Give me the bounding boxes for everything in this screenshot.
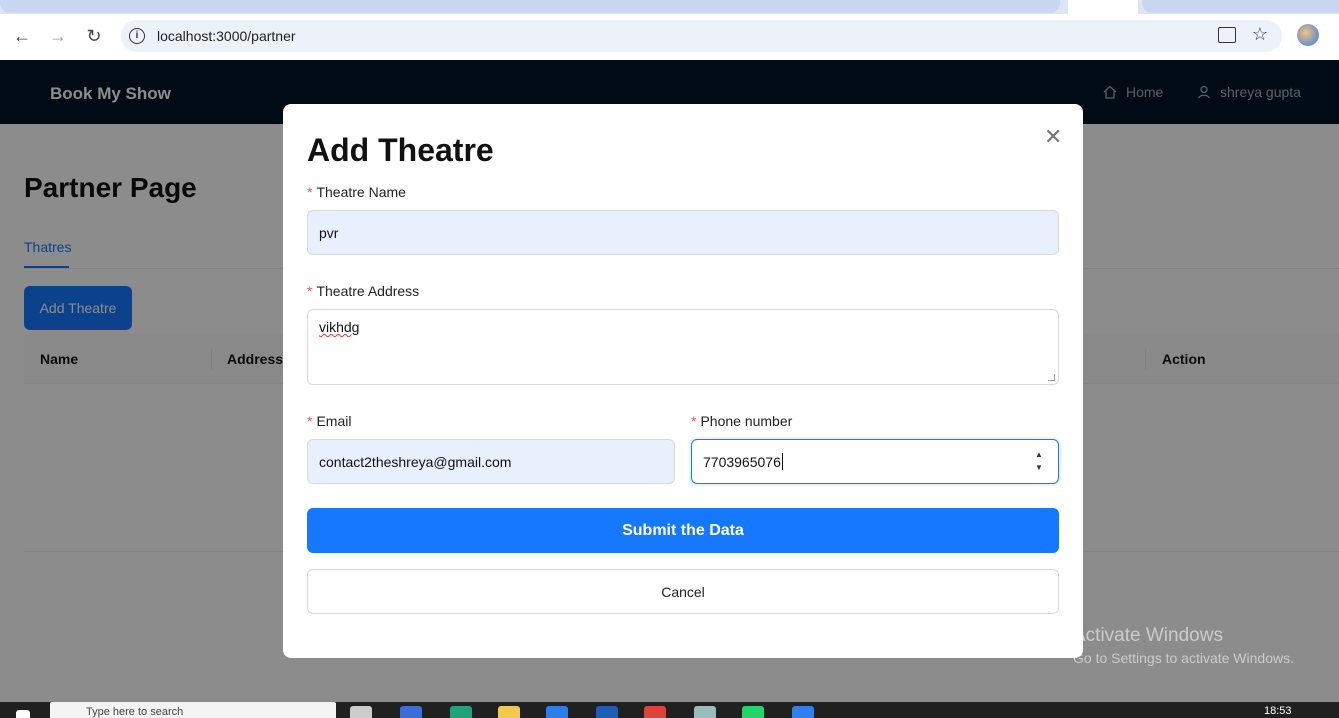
- app-icon[interactable]: [400, 706, 422, 718]
- required-mark: *: [307, 283, 313, 299]
- browser-tab-strip: [0, 0, 1339, 14]
- windows-taskbar: Type here to search 18:53: [0, 702, 1339, 718]
- increment-arrow-icon[interactable]: ▲: [1035, 450, 1043, 459]
- task-view-icon[interactable]: [350, 706, 372, 718]
- edge-icon[interactable]: [450, 706, 472, 718]
- submit-button[interactable]: Submit the Data: [307, 508, 1059, 553]
- address-bar[interactable]: i localhost:3000/partner ☆: [121, 20, 1282, 52]
- phone-number-input[interactable]: 7703965076 ▲ ▼: [691, 439, 1059, 484]
- site-info-icon[interactable]: i: [129, 28, 145, 44]
- tab-strip-right: [1142, 0, 1339, 13]
- add-theatre-modal: Add Theatre ✕ * Theatre Name pvr * Theatre…: [283, 104, 1083, 658]
- install-app-icon[interactable]: [1218, 27, 1236, 43]
- browser-toolbar: ← → ↻ i localhost:3000/partner ☆: [0, 14, 1339, 60]
- theatre-name-value: pvr: [319, 224, 339, 241]
- whatsapp-icon[interactable]: [742, 706, 764, 718]
- file-explorer-icon[interactable]: [498, 706, 520, 718]
- taskbar-clock[interactable]: 18:53: [1264, 705, 1292, 717]
- required-mark: *: [691, 413, 697, 429]
- chrome-icon[interactable]: [644, 706, 666, 718]
- required-mark: *: [307, 413, 313, 429]
- vscode-icon[interactable]: [792, 706, 814, 718]
- email-label: * Email: [307, 413, 352, 429]
- theatre-address-label: * Theatre Address: [307, 283, 420, 299]
- resize-handle-icon[interactable]: [1048, 374, 1055, 381]
- decrement-arrow-icon[interactable]: ▼: [1035, 463, 1043, 472]
- windows-start-icon[interactable]: [16, 710, 30, 718]
- theatre-address-value: vikhdg: [319, 319, 360, 335]
- back-icon[interactable]: ←: [8, 22, 36, 50]
- profile-avatar[interactable]: [1297, 24, 1319, 46]
- url-text[interactable]: localhost:3000/partner: [157, 28, 296, 44]
- theatre-name-label: * Theatre Name: [307, 184, 406, 200]
- number-stepper[interactable]: ▲ ▼: [1032, 450, 1046, 472]
- close-icon[interactable]: ✕: [1044, 126, 1062, 148]
- taskbar-search-placeholder: Type here to search: [86, 706, 184, 718]
- mail-icon[interactable]: [596, 706, 618, 718]
- activate-windows-subtitle: Go to Settings to activate Windows.: [1073, 650, 1294, 666]
- theatre-address-textarea[interactable]: vikhdg: [307, 309, 1059, 385]
- email-value: contact2theshreya@gmail.com: [319, 453, 512, 470]
- bookmark-star-icon[interactable]: ☆: [1252, 24, 1268, 45]
- taskbar-search-input[interactable]: Type here to search: [50, 702, 336, 718]
- theatre-name-input[interactable]: pvr: [307, 210, 1059, 255]
- forward-icon[interactable]: →: [44, 22, 72, 50]
- active-tab[interactable]: [1068, 0, 1138, 14]
- reload-icon[interactable]: ↻: [80, 22, 108, 50]
- required-mark: *: [307, 184, 313, 200]
- modal-title: Add Theatre: [307, 132, 494, 168]
- cancel-button[interactable]: Cancel: [307, 569, 1059, 614]
- phone-value: 7703965076: [703, 453, 781, 470]
- text-caret: [781, 453, 783, 470]
- app-icon[interactable]: [694, 706, 716, 718]
- inactive-tabs[interactable]: [0, 0, 1060, 13]
- phone-label: * Phone number: [691, 413, 793, 429]
- activate-windows-title: Activate Windows: [1073, 625, 1223, 646]
- store-icon[interactable]: [546, 706, 568, 718]
- email-field[interactable]: contact2theshreya@gmail.com: [307, 439, 675, 484]
